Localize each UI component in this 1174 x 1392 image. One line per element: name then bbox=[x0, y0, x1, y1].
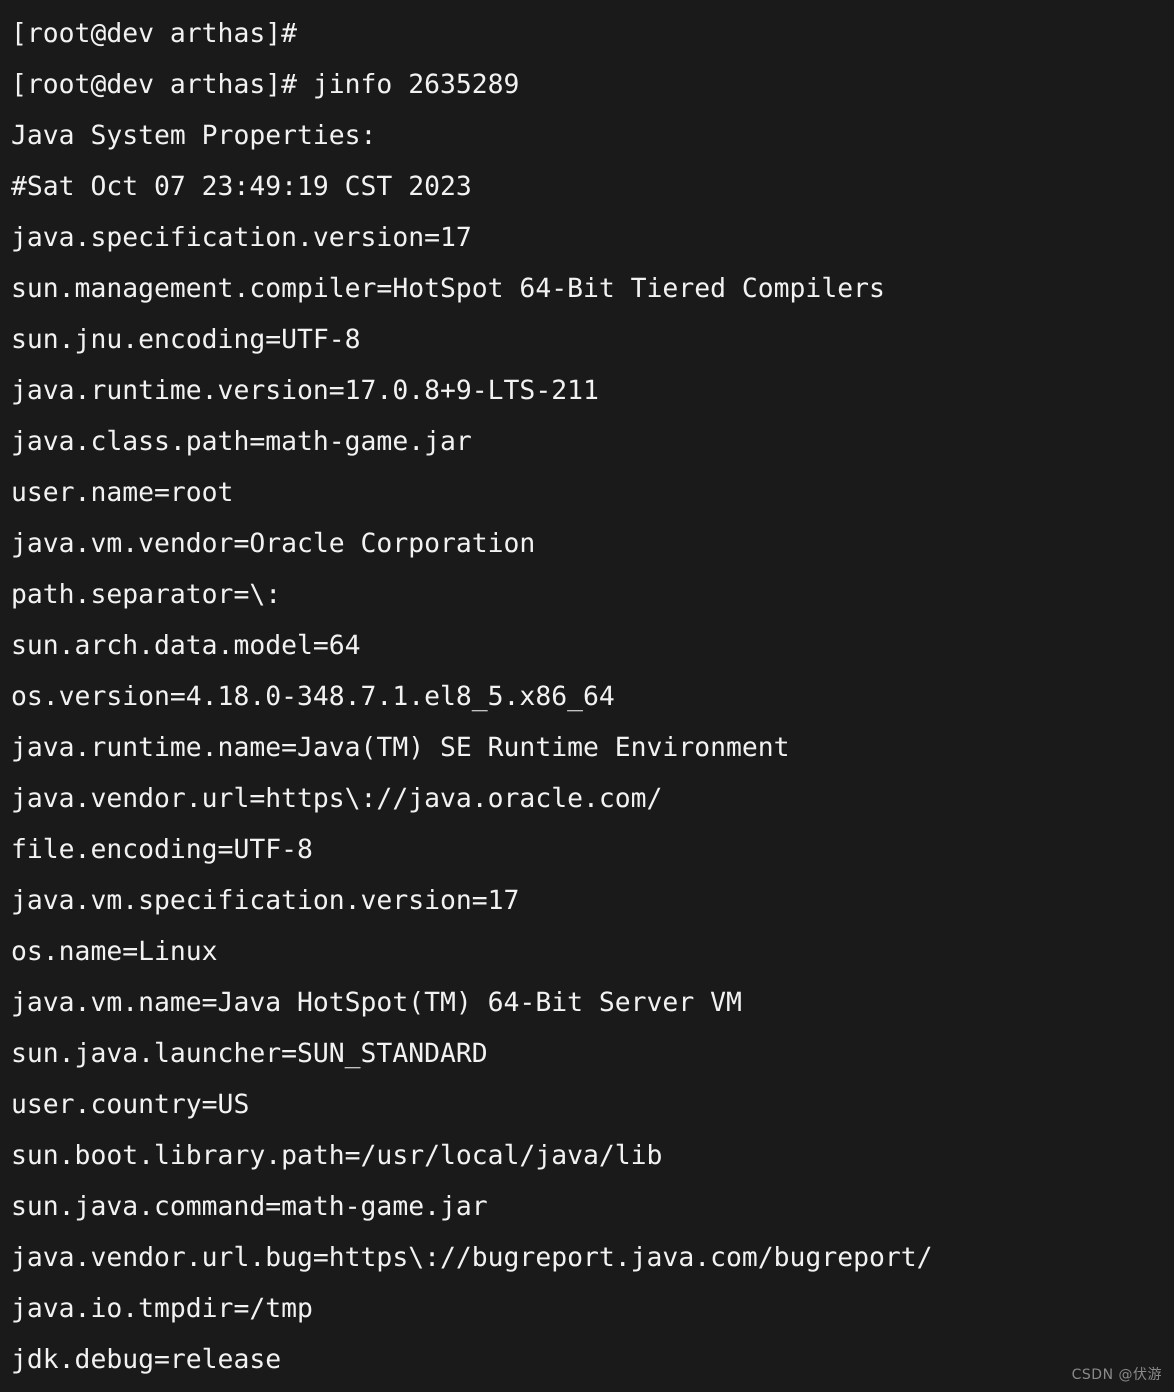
terminal-line: java.runtime.name=Java(TM) SE Runtime En… bbox=[11, 732, 790, 763]
watermark: CSDN @伏游 bbox=[1071, 1367, 1162, 1383]
terminal-line: file.encoding=UTF-8 bbox=[11, 834, 313, 865]
terminal-line: jdk.debug=release bbox=[11, 1344, 282, 1375]
terminal-line: java.runtime.version=17.0.8+9-LTS-211 bbox=[11, 375, 599, 406]
terminal-line: user.country=US bbox=[11, 1089, 250, 1120]
terminal-line: java.vendor.url=https\://java.oracle.com… bbox=[11, 783, 663, 814]
terminal-line: java.vendor.url.bug=https\://bugreport.j… bbox=[11, 1242, 933, 1273]
terminal-output: [root@dev arthas]# [root@dev arthas]# ji… bbox=[11, 0, 1174, 1385]
terminal-line: user.name=root bbox=[11, 477, 234, 508]
terminal-line: java.io.tmpdir=/tmp bbox=[11, 1293, 313, 1324]
terminal-window: [root@dev arthas]# [root@dev arthas]# ji… bbox=[0, 0, 1174, 1392]
terminal-line: java.specification.version=17 bbox=[11, 222, 472, 253]
terminal-line: java.class.path=math-game.jar bbox=[11, 426, 472, 457]
terminal-line: os.name=Linux bbox=[11, 936, 218, 967]
terminal-line: [root@dev arthas]# bbox=[11, 18, 297, 49]
terminal-line: sun.management.compiler=HotSpot 64-Bit T… bbox=[11, 273, 885, 304]
terminal-line: sun.java.launcher=SUN_STANDARD bbox=[11, 1038, 488, 1069]
terminal-line: sun.java.command=math-game.jar bbox=[11, 1191, 488, 1222]
terminal-line: java.vm.vendor=Oracle Corporation bbox=[11, 528, 536, 559]
terminal-line: java.vm.name=Java HotSpot(TM) 64-Bit Ser… bbox=[11, 987, 742, 1018]
terminal-line: os.version=4.18.0-348.7.1.el8_5.x86_64 bbox=[11, 681, 615, 712]
terminal-line: sun.boot.library.path=/usr/local/java/li… bbox=[11, 1140, 663, 1171]
terminal-line: sun.jnu.encoding=UTF-8 bbox=[11, 324, 361, 355]
terminal-line: #Sat Oct 07 23:49:19 CST 2023 bbox=[11, 171, 472, 202]
terminal-line: sun.arch.data.model=64 bbox=[11, 630, 361, 661]
terminal-line: java.vm.specification.version=17 bbox=[11, 885, 520, 916]
terminal-line: path.separator=\: bbox=[11, 579, 282, 610]
terminal-line: Java System Properties: bbox=[11, 120, 377, 151]
terminal-line: [root@dev arthas]# jinfo 2635289 bbox=[11, 69, 520, 100]
